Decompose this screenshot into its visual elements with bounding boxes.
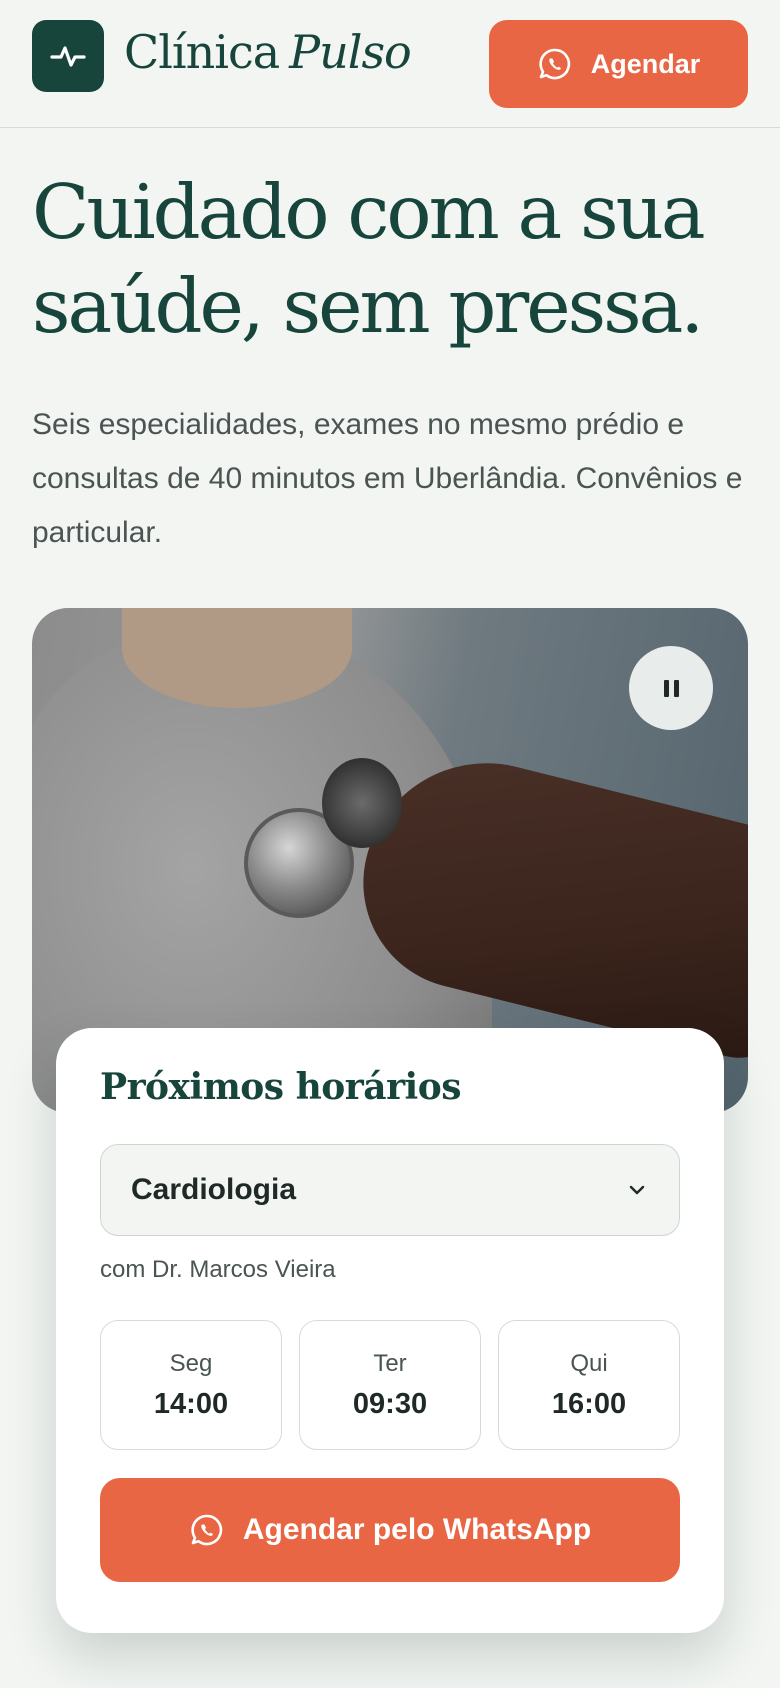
time-slot[interactable]: Seg 14:00	[100, 1320, 282, 1450]
whatsapp-booking-label: Agendar pelo WhatsApp	[242, 1513, 592, 1546]
pulse-icon	[50, 46, 86, 67]
pause-icon	[663, 679, 669, 697]
pause-icon-bar	[673, 679, 679, 697]
doctor-name: com Dr. Marcos Vieira	[100, 1256, 336, 1283]
site-header: Clínica Pulso Agendar	[0, 0, 780, 128]
whatsapp-booking-button[interactable]: Agendar pelo WhatsApp	[100, 1478, 680, 1582]
logo[interactable]	[32, 20, 104, 92]
time-slot[interactable]: Qui 16:00	[498, 1320, 680, 1450]
slot-time: 09:30	[352, 1387, 428, 1420]
slot-day: Ter	[373, 1349, 407, 1377]
slot-day: Qui	[570, 1349, 608, 1377]
time-slot[interactable]: Ter 09:30	[299, 1320, 481, 1450]
slot-time: 16:00	[551, 1387, 627, 1420]
brand-main: Clínica	[124, 25, 280, 79]
hero-subtitle: Seis especialidades, exames no mesmo pré…	[32, 408, 743, 549]
stethoscope-head	[322, 758, 402, 848]
specialty-value: Cardiologia	[131, 1173, 297, 1206]
booking-card: Próximos horários Cardiologia com Dr. Ma…	[56, 1028, 724, 1633]
specialty-select[interactable]: Cardiologia	[100, 1144, 680, 1236]
slot-time: 14:00	[153, 1387, 229, 1420]
whatsapp-icon	[539, 48, 570, 80]
whatsapp-icon	[191, 1514, 223, 1546]
slot-day: Seg	[169, 1349, 213, 1377]
schedule-button[interactable]: Agendar	[489, 20, 748, 108]
time-slots: Seg 14:00 Ter 09:30 Qui 16:00	[100, 1320, 680, 1450]
hero-title: Cuidado com a sua saúde, sem pressa.	[32, 168, 706, 350]
pause-button[interactable]	[629, 646, 713, 730]
chevron-down-icon	[629, 1185, 645, 1195]
booking-title: Próximos horários	[100, 1066, 462, 1108]
brand-accent: Pulso	[289, 25, 412, 79]
brand-name[interactable]: Clínica Pulso	[124, 22, 412, 82]
schedule-button-label: Agendar	[590, 48, 701, 79]
